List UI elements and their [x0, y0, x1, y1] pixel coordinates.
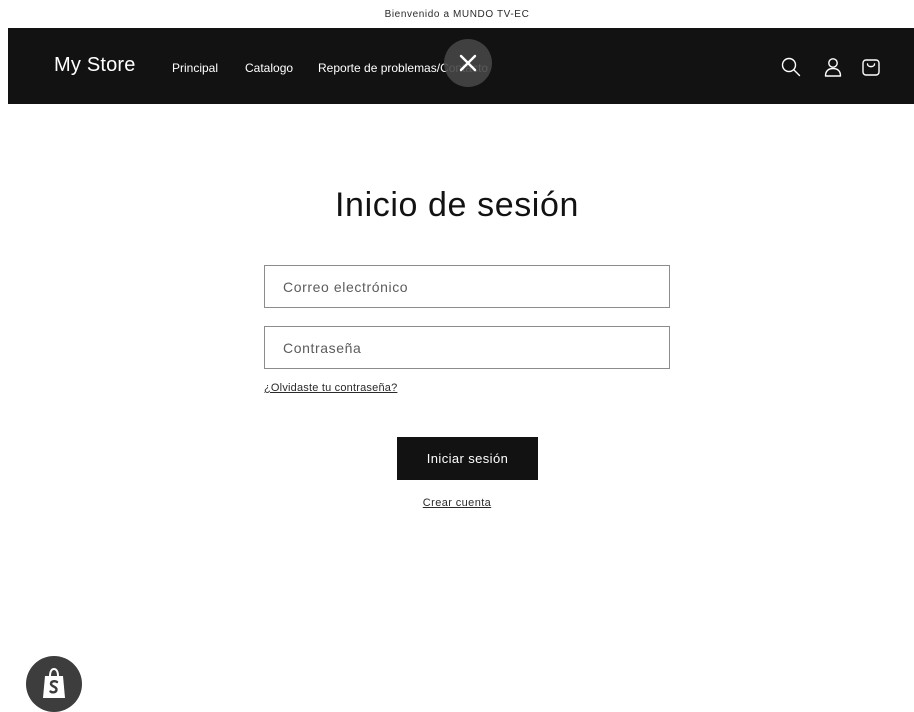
create-account-row: Crear cuenta: [0, 497, 914, 509]
store-logo[interactable]: My Store: [54, 54, 136, 77]
announcement-text: Bienvenido a MUNDO TV-EC: [384, 8, 530, 20]
site-header: My Store Principal Catalogo Reporte de p…: [8, 28, 914, 104]
sign-in-button[interactable]: Iniciar sesión: [397, 437, 538, 480]
shopify-badge[interactable]: [26, 656, 82, 712]
password-field[interactable]: [265, 327, 669, 368]
email-field-wrapper: [264, 265, 670, 308]
close-icon: [459, 54, 477, 72]
forgot-password-link[interactable]: ¿Olvidaste tu contraseña?: [264, 382, 397, 394]
page-title: Inicio de sesión: [335, 186, 579, 224]
search-icon[interactable]: [780, 56, 802, 78]
email-field[interactable]: [265, 266, 669, 307]
account-icon[interactable]: [822, 56, 844, 78]
shopify-bag-icon: [43, 667, 65, 698]
nav-link-catalogo[interactable]: Catalogo: [245, 61, 293, 75]
password-field-wrapper: [264, 326, 670, 369]
create-account-link[interactable]: Crear cuenta: [423, 497, 491, 509]
close-button[interactable]: [444, 39, 492, 87]
cart-icon[interactable]: [860, 56, 882, 78]
announcement-bar: Bienvenido a MUNDO TV-EC: [0, 0, 914, 28]
nav-link-principal[interactable]: Principal: [172, 61, 218, 75]
